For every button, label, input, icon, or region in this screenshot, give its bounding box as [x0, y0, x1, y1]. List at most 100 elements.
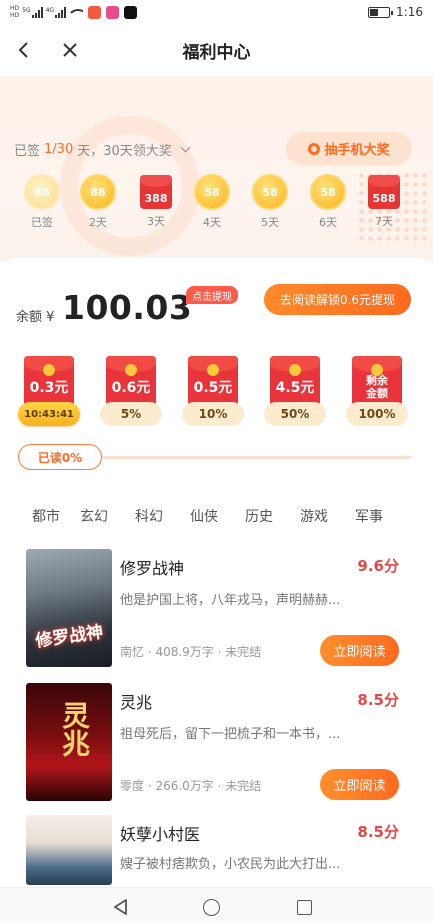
book-score: 8.5分 [357, 691, 399, 709]
phone-prize-label: 抽手机大奖 [324, 143, 390, 158]
close-button[interactable] [58, 38, 82, 62]
category-tab[interactable]: 游戏 [300, 506, 328, 526]
chevron-down-icon [180, 142, 191, 153]
checkin-day-label: 7天 [375, 215, 393, 228]
status-icons: HD HD 5G 4G [10, 5, 138, 19]
reward-milestone[interactable]: 0.6元 5% [100, 356, 162, 426]
checkin-status[interactable]: 已签 1/30 天，30天领大奖 [14, 140, 191, 159]
book-cover[interactable]: 灵兆 [26, 683, 112, 801]
close-icon [63, 43, 77, 57]
wifi-icon [69, 7, 84, 18]
category-tabs: 都市 玄幻 科幻 仙侠 历史 游戏 军事 [0, 500, 433, 534]
unlock-withdraw-button[interactable]: 去阅读解锁0.6元提现 [264, 284, 411, 315]
nav-recent-icon[interactable] [297, 900, 312, 915]
net1-label: 5G [22, 6, 31, 14]
reward-milestones: 0.3元 10:43:41 0.6元 5% 0.5元 10% 4.5元 50% 剩余 金额 100… [0, 356, 433, 438]
status-bar: HD HD 5G 4G 1:16 [0, 0, 433, 24]
checkin-day[interactable]: 58 5天 [248, 174, 292, 230]
reward-milestone[interactable]: 剩余 金额 100% [346, 356, 408, 426]
checkin-panel: 已签 1/30 天，30天领大奖 抽手机大奖 88 已签 88 2天 388 3天 58 4天… [0, 76, 433, 261]
balance-label: 余额 ¥ [16, 310, 55, 325]
reward-milestone[interactable]: 0.3元 10:43:41 [18, 356, 80, 426]
back-button[interactable] [12, 38, 34, 62]
category-tab[interactable]: 玄幻 [80, 506, 108, 526]
system-nav-bar [0, 887, 433, 923]
book-meta: 南忆 · 408.9万字 · 未完结 [120, 645, 262, 659]
checkin-day[interactable]: 88 已签 [20, 174, 64, 230]
signal-icon: 5G [22, 6, 43, 18]
checkin-days: 88 已签 88 2天 388 3天 58 4天 58 5天 58 6天 588 7天 [0, 174, 433, 234]
red-envelope-icon: 0.3元 [24, 356, 74, 408]
category-tab[interactable]: 都市 [32, 506, 60, 526]
reward-progress-label: 100% [346, 402, 408, 426]
checkin-day-label: 已签 [31, 216, 53, 229]
book-item[interactable]: 灵兆 灵兆 8.5分 祖母死后，留下一把梳子和一本书，... 零度 · 266.0万字 … [0, 683, 433, 813]
book-cover[interactable] [26, 815, 112, 885]
reward-progress-label: 5% [100, 402, 162, 426]
cover-title: 修罗战神 [34, 622, 105, 652]
checkin-day-label: 6天 [319, 216, 337, 229]
book-cover[interactable]: 修罗战神 [26, 549, 112, 667]
book-title[interactable]: 妖孽小村医 [120, 821, 200, 845]
sim-indicator: HD HD [10, 5, 19, 19]
checkin-day-value: 588 [372, 192, 396, 205]
category-tab[interactable]: 科幻 [135, 506, 163, 526]
book-item[interactable]: 妖孽小村医 8.5分嫂子被村痞欺负，小农民为此大打出... [0, 815, 433, 887]
book-title[interactable]: 修罗战神 [120, 555, 184, 579]
checkin-day-label: 2天 [89, 216, 107, 229]
book-description: 嫂子被村痞欺负，小农民为此大打出... [120, 857, 341, 872]
red-envelope-icon: 剩余 金额 [352, 356, 402, 408]
checkin-progress: 1/30 [44, 142, 74, 157]
red-envelope-icon: 588 [368, 175, 400, 209]
coin-icon: 58 [252, 174, 288, 210]
prize-icon [308, 142, 321, 155]
reward-progress-label: 50% [264, 402, 326, 426]
category-tab[interactable]: 历史 [245, 506, 273, 526]
book-title[interactable]: 灵兆 [120, 689, 152, 713]
checkin-prefix: 已签 [14, 144, 41, 159]
reward-milestone[interactable]: 0.5元 10% [182, 356, 244, 426]
checkin-day-label: 4天 [203, 216, 221, 229]
checkin-day[interactable]: 58 4天 [190, 174, 234, 230]
reward-amount: 剩余 金额 [366, 374, 388, 400]
phone-prize-button[interactable]: 抽手机大奖 [286, 132, 412, 165]
read-progress-track [98, 456, 412, 459]
nav-home-icon[interactable] [203, 899, 220, 916]
cover-title: 灵兆 [58, 701, 91, 757]
tiktok-icon [124, 5, 138, 19]
read-now-button[interactable]: 立即阅读 [320, 769, 399, 800]
red-envelope-icon: 388 [140, 175, 172, 209]
checkin-day-label: 3天 [147, 215, 165, 228]
signal-icon: 4G [45, 6, 67, 18]
sim2-label: HD [10, 12, 20, 19]
red-envelope-icon: 4.5元 [270, 356, 320, 408]
coin-icon: 88 [80, 174, 116, 210]
reward-amount: 4.5元 [275, 380, 315, 396]
sim1-label: HD [10, 5, 20, 12]
reward-progress-label: 10% [182, 402, 244, 426]
book-score: 9.6分 [357, 557, 399, 575]
checkin-day[interactable]: 88 2天 [76, 174, 120, 230]
category-tab[interactable]: 仙侠 [190, 506, 218, 526]
balance-card: 余额 ¥ 100.03 点击提现 去阅读解锁0.6元提现 0.3元 10:43:4… [0, 258, 433, 488]
category-tab[interactable]: 军事 [355, 506, 383, 526]
read-now-button[interactable]: 立即阅读 [320, 635, 399, 666]
checkin-day[interactable]: 588 7天 [362, 174, 406, 229]
coin-icon: 88 [24, 174, 60, 210]
reward-amount: 0.3元 [29, 380, 69, 396]
book-description: 他是护国上将，八年戎马，声明赫赫... [120, 593, 341, 608]
reward-amount: 0.5元 [193, 380, 233, 396]
book-item[interactable]: 修罗战神 修罗战神 9.6分 他是护国上将，八年戎马，声明赫赫... 南忆 · 408.… [0, 549, 433, 679]
checkin-day[interactable]: 388 3天 [134, 174, 178, 229]
app-notification-icon [106, 5, 120, 19]
red-envelope-icon: 0.5元 [188, 356, 238, 408]
nav-back-icon[interactable] [112, 898, 130, 916]
net2-label: 4G [45, 6, 55, 14]
withdraw-tag[interactable]: 点击提现 [186, 286, 238, 304]
page-header: 福利中心 [0, 24, 433, 76]
reward-milestone[interactable]: 4.5元 50% [264, 356, 326, 426]
checkin-suffix: 天，30天领大奖 [77, 144, 172, 159]
book-score: 8.5分 [357, 823, 399, 841]
page-title: 福利中心 [182, 42, 251, 63]
checkin-day[interactable]: 58 6天 [306, 174, 350, 230]
